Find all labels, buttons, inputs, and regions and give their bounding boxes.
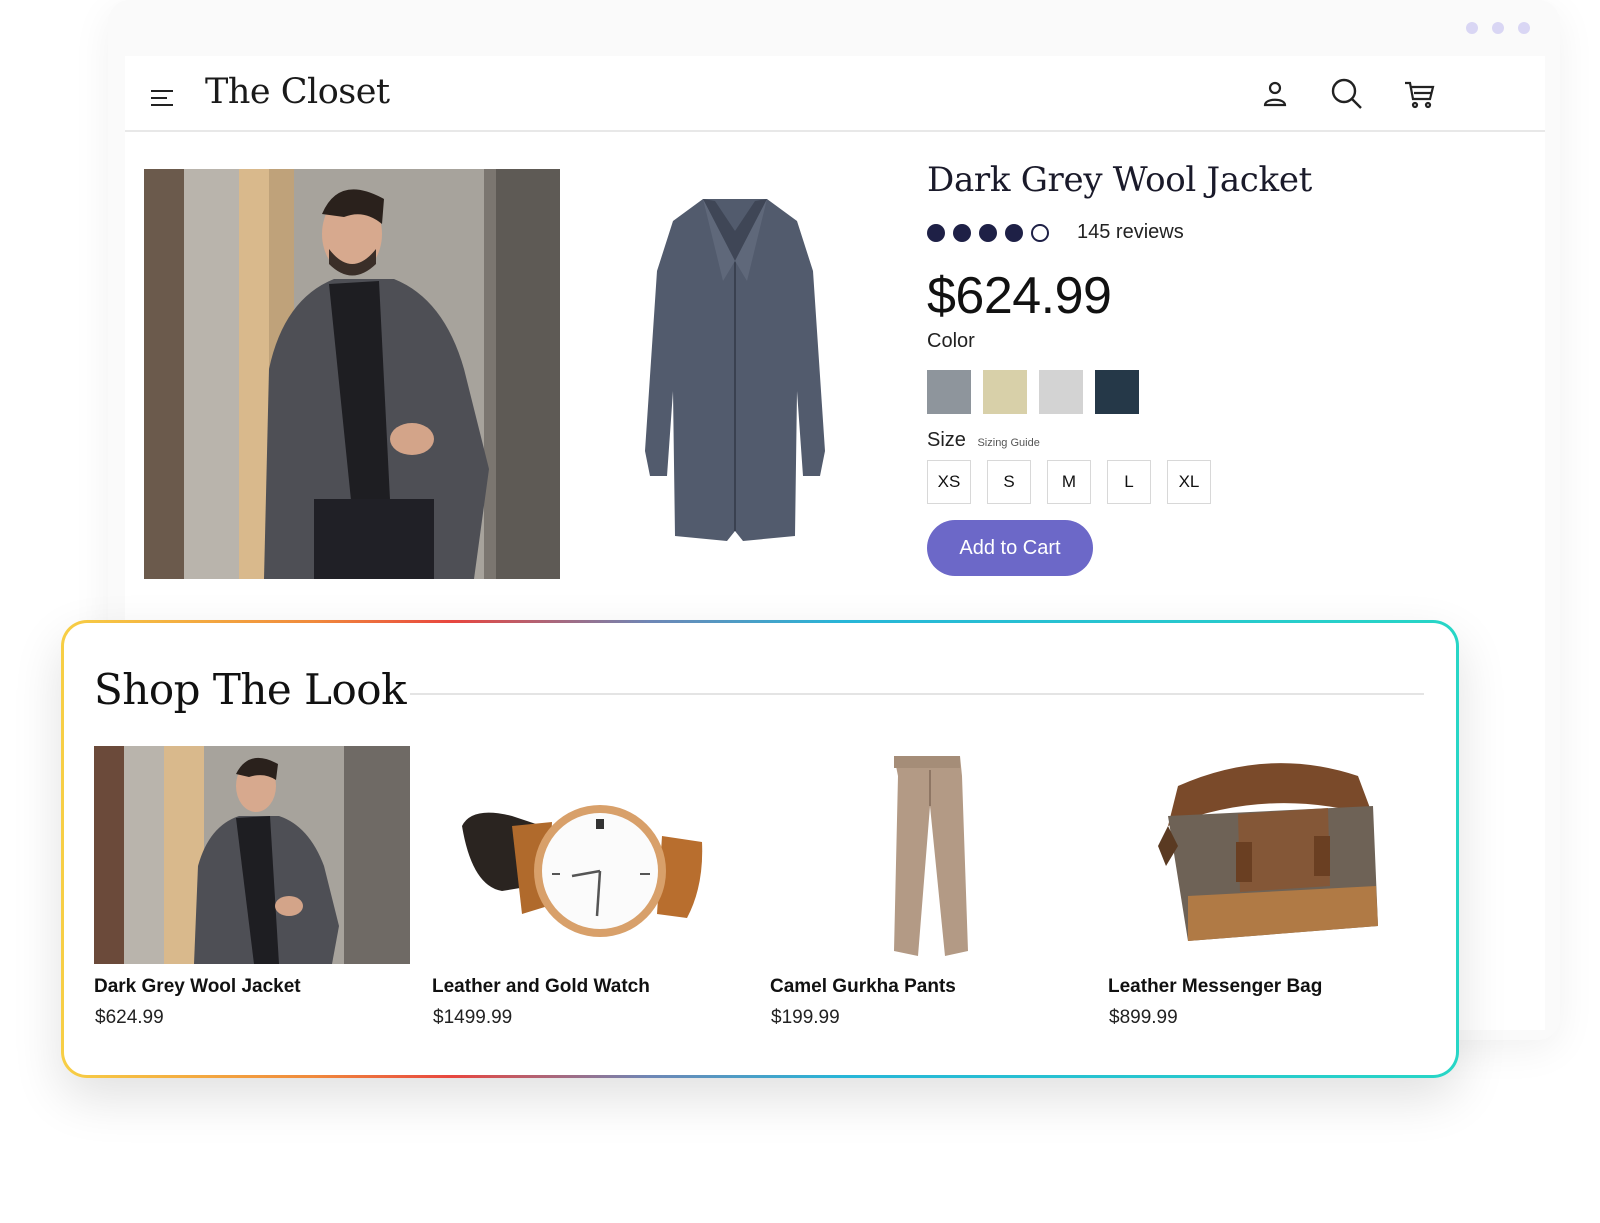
sizing-guide-link[interactable]: Sizing Guide [977,437,1039,449]
rating-dot-empty-icon [1031,223,1049,242]
jacket-thumbnail [94,746,410,964]
look-item-name[interactable]: Dark Grey Wool Jacket [94,976,301,998]
rating-dot-filled-icon [953,223,971,242]
product-rating: 145 reviews [927,221,1184,244]
watch-thumbnail [432,746,748,964]
look-item-jacket[interactable]: Dark Grey Wool Jacket $624.99 [94,746,414,1046]
jacket-product-image [625,191,845,551]
look-item-name[interactable]: Leather and Gold Watch [432,976,650,998]
account-icon[interactable] [1257,76,1293,112]
window-dot-icon[interactable] [1492,22,1504,34]
pants-thumbnail [770,746,1086,964]
color-swatch-navy[interactable] [1095,370,1139,414]
shop-the-look-card: Shop The Look Dark Grey Wool Jacket $624… [61,620,1459,1078]
color-swatch-beige[interactable] [983,370,1027,414]
size-option-l[interactable]: L [1107,460,1151,504]
add-to-cart-button[interactable]: Add to Cart [927,520,1093,576]
color-swatches [927,370,1139,414]
color-swatch-light-grey[interactable] [1039,370,1083,414]
model-photo [144,169,560,579]
window-controls [1466,22,1530,34]
product-title: Dark Grey Wool Jacket [927,160,1313,200]
size-option-xs[interactable]: XS [927,460,971,504]
size-label-row: Size Sizing Guide [927,429,1040,452]
color-label: Color [927,330,975,352]
size-option-s[interactable]: S [987,460,1031,504]
look-item-bag[interactable]: Leather Messenger Bag $899.99 [1108,746,1428,1046]
reviews-link[interactable]: 145 reviews [1077,221,1184,244]
look-item-price: $199.99 [771,1007,840,1028]
rating-dot-filled-icon [979,223,997,242]
look-item-name[interactable]: Leather Messenger Bag [1108,976,1322,998]
window-dot-icon[interactable] [1518,22,1530,34]
product-price: $624.99 [927,267,1112,325]
bag-thumbnail [1108,746,1424,964]
divider [410,693,1424,695]
cart-icon[interactable] [1401,76,1437,112]
site-header: The Closet [125,56,1545,132]
store-logo[interactable]: The Closet [205,72,390,112]
size-option-m[interactable]: M [1047,460,1091,504]
menu-icon[interactable] [151,88,173,108]
look-items: Dark Grey Wool Jacket $624.99 Leather an… [94,746,1424,1046]
size-options: XS S M L XL [927,460,1211,504]
look-item-name[interactable]: Camel Gurkha Pants [770,976,956,998]
rating-dot-filled-icon [927,223,945,242]
color-swatch-grey[interactable] [927,370,971,414]
look-item-price: $1499.99 [433,1007,513,1028]
size-option-xl[interactable]: XL [1167,460,1211,504]
size-label: Size [927,429,966,451]
look-item-pants[interactable]: Camel Gurkha Pants $199.99 [770,746,1090,1046]
window-dot-icon[interactable] [1466,22,1478,34]
look-item-price: $899.99 [1109,1007,1178,1028]
shop-the-look-title: Shop The Look [94,665,407,714]
rating-dot-filled-icon [1005,223,1023,242]
shop-the-look-inner: Shop The Look Dark Grey Wool Jacket $624… [64,623,1456,1075]
look-item-watch[interactable]: Leather and Gold Watch $1499.99 [432,746,752,1046]
look-item-price: $624.99 [95,1007,164,1028]
search-icon[interactable] [1329,76,1365,112]
